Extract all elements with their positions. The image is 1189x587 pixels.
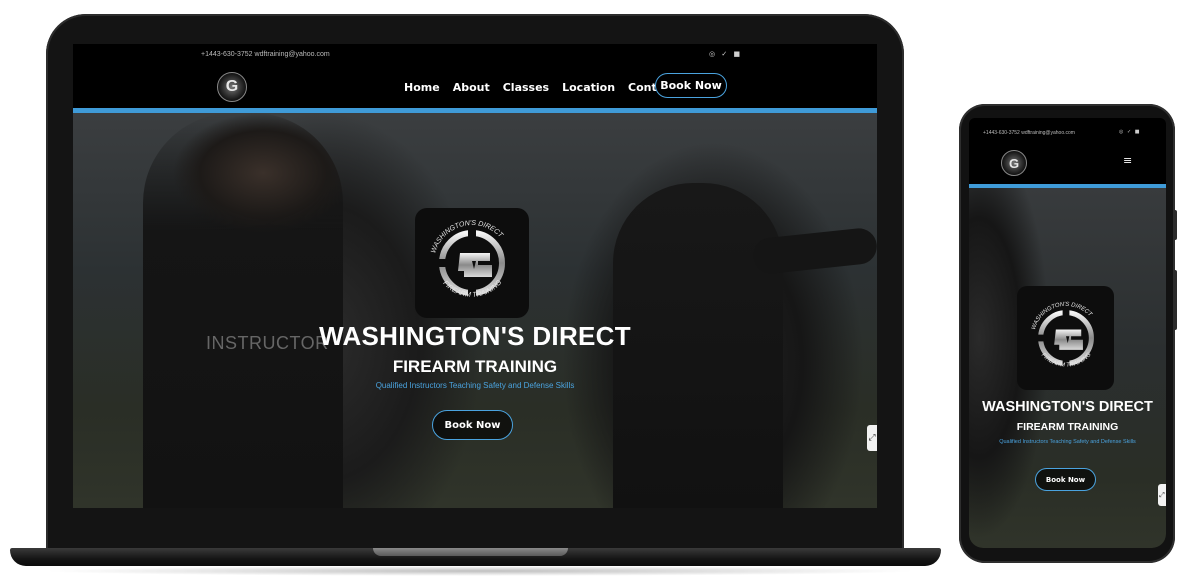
nav-location[interactable]: Location bbox=[562, 81, 615, 94]
twitter-icon[interactable]: ✓ bbox=[721, 50, 729, 58]
mobile-accessibility-tab-icon[interactable]: ⤢ bbox=[1158, 484, 1166, 506]
nav-home[interactable]: Home bbox=[404, 81, 440, 94]
mobile-contact-info: +1443-630-3752 wdftraining@yahoo.com bbox=[983, 130, 1075, 136]
mobile-hero-subtitle: FIREARM TRAINING bbox=[1016, 421, 1119, 433]
top-contact-bar: +1443-630-3752 wdftraining@yahoo.com ◎ ✓… bbox=[73, 44, 877, 66]
mobile-site-logo[interactable]: G bbox=[1001, 150, 1027, 176]
nav-links: Home About Classes Location Contact bbox=[404, 81, 689, 94]
mobile-hero-section: WASHINGTON'S DIRECT FIREARM TRAINING WAS… bbox=[969, 188, 1166, 548]
mobile-hero-logo-badge: WASHINGTON'S DIRECT FIREARM TRAINING bbox=[1017, 286, 1114, 390]
twitter-icon[interactable]: ✓ bbox=[1127, 129, 1132, 135]
mobile-hero-tagline: Qualified Instructors Teaching Safety an… bbox=[999, 439, 1136, 445]
instagram-icon[interactable]: ◎ bbox=[1119, 129, 1124, 135]
book-now-nav-button[interactable]: Book Now bbox=[655, 73, 727, 98]
svg-text:WASHINGTON'S DIRECT: WASHINGTON'S DIRECT bbox=[1030, 302, 1092, 331]
hero-photo-instructor bbox=[143, 113, 343, 508]
svg-text:WASHINGTON'S DIRECT: WASHINGTON'S DIRECT bbox=[430, 220, 504, 254]
book-now-hero-button[interactable]: Book Now bbox=[432, 410, 513, 440]
laptop-notch bbox=[373, 548, 568, 556]
laptop-shadow bbox=[40, 566, 920, 576]
facebook-icon[interactable]: ■ bbox=[733, 50, 742, 58]
mobile-social-icons: ◎ ✓ ■ bbox=[1119, 129, 1141, 135]
phone-volume-button bbox=[1173, 210, 1177, 240]
hero-subtitle: FIREARM TRAINING bbox=[392, 357, 558, 376]
instagram-icon[interactable]: ◎ bbox=[709, 50, 717, 58]
badge-top-text: WASHINGTON'S DIRECT bbox=[430, 220, 504, 254]
phone-power-button bbox=[1173, 270, 1177, 330]
phone-screen: +1443-630-3752 wdftraining@yahoo.com ◎ ✓… bbox=[969, 118, 1166, 548]
site-logo[interactable]: G bbox=[217, 72, 247, 102]
main-navbar: G Home About Classes Location Contact Bo… bbox=[73, 66, 877, 108]
mobile-badge-top-text: WASHINGTON'S DIRECT bbox=[1030, 302, 1092, 331]
pistol-logo-icon: WASHINGTON'S DIRECT FIREARM TRAINING bbox=[430, 220, 505, 299]
hero-tagline: Qualified Instructors Teaching Safety an… bbox=[375, 381, 575, 390]
accessibility-tab-icon[interactable]: ⤢ bbox=[867, 425, 877, 451]
hero-section: INSTRUCTOR WASHINGTON'S DIRECT FIREARM T… bbox=[73, 113, 877, 508]
nav-classes[interactable]: Classes bbox=[503, 81, 549, 94]
hamburger-menu-icon[interactable]: ≡ bbox=[1123, 154, 1132, 167]
nav-about[interactable]: About bbox=[453, 81, 490, 94]
mobile-book-now-button[interactable]: Book Now bbox=[1035, 468, 1096, 491]
hero-title: WASHINGTON'S DIRECT bbox=[319, 321, 631, 351]
laptop-screen: +1443-630-3752 wdftraining@yahoo.com ◎ ✓… bbox=[73, 44, 877, 508]
hero-logo-badge: WASHINGTON'S DIRECT FIREARM TRAINING bbox=[415, 208, 529, 318]
contact-info: +1443-630-3752 wdftraining@yahoo.com bbox=[201, 51, 330, 58]
facebook-icon[interactable]: ■ bbox=[1135, 129, 1141, 135]
mobile-hero-title: WASHINGTON'S DIRECT bbox=[982, 399, 1153, 415]
social-icons: ◎ ✓ ■ bbox=[709, 50, 742, 58]
pistol-logo-icon: WASHINGTON'S DIRECT FIREARM TRAINING bbox=[1030, 302, 1094, 369]
